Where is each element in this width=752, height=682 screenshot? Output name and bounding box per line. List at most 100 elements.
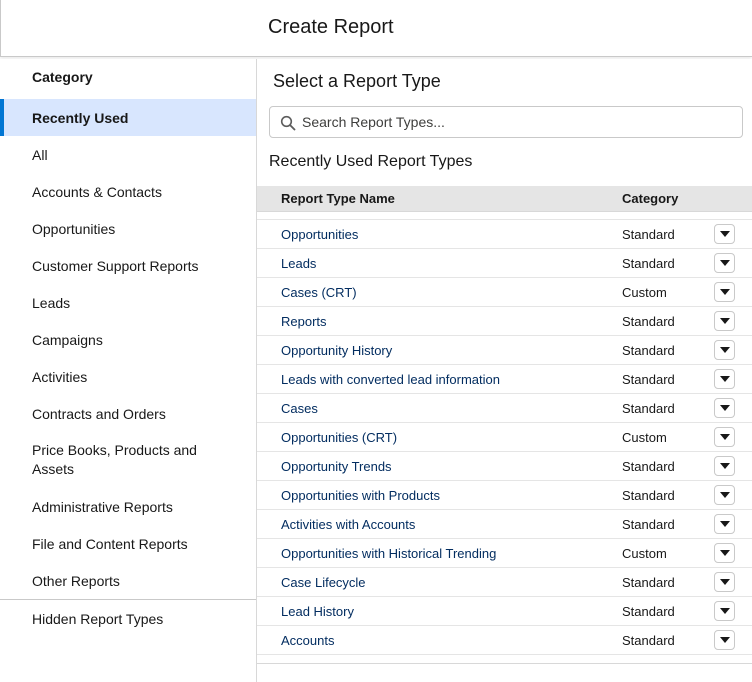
report-type-category: Standard (622, 575, 675, 590)
column-header-category[interactable]: Category (622, 191, 678, 206)
chevron-down-icon (719, 347, 730, 353)
row-menu-button[interactable] (714, 311, 735, 331)
category-item-other[interactable]: Other Reports (0, 562, 256, 599)
category-list: Recently Used All Accounts & Contacts Op… (0, 99, 256, 599)
sidebar-heading: Category (32, 69, 93, 85)
chevron-down-icon (719, 318, 730, 324)
report-type-link[interactable]: Lead History (281, 604, 354, 619)
report-type-category: Standard (622, 227, 675, 242)
chevron-down-icon (719, 579, 730, 585)
category-item-recently-used[interactable]: Recently Used (0, 99, 256, 136)
chevron-down-icon (719, 637, 730, 643)
chevron-down-icon (719, 492, 730, 498)
category-item-hidden-report-types[interactable]: Hidden Report Types (0, 600, 256, 637)
table-row: Cases (CRT) Custom (257, 278, 752, 307)
category-item-label: Administrative Reports (32, 498, 173, 515)
report-types-table: Report Type Name Category Opportunities S… (257, 186, 752, 664)
category-item-administrative[interactable]: Administrative Reports (0, 488, 256, 525)
row-menu-button[interactable] (714, 572, 735, 592)
report-type-link[interactable]: Accounts (281, 633, 334, 648)
category-item-opportunities[interactable]: Opportunities (0, 210, 256, 247)
table-row: Opportunities with Historical Trending Cu… (257, 539, 752, 568)
table-row: Opportunity History Standard (257, 336, 752, 365)
row-menu-button[interactable] (714, 485, 735, 505)
report-type-link[interactable]: Opportunities (281, 227, 358, 242)
search-input[interactable] (302, 107, 732, 137)
row-menu-button[interactable] (714, 369, 735, 389)
category-item-label: Campaigns (32, 331, 103, 348)
category-item-customer-support[interactable]: Customer Support Reports (0, 247, 256, 284)
table-row: Reports Standard (257, 307, 752, 336)
report-type-category: Custom (622, 285, 667, 300)
report-type-category: Custom (622, 546, 667, 561)
chevron-down-icon (719, 550, 730, 556)
chevron-down-icon (719, 260, 730, 266)
column-header-name[interactable]: Report Type Name (281, 191, 395, 206)
report-type-link[interactable]: Reports (281, 314, 327, 329)
table-row: Leads with converted lead information Sta… (257, 365, 752, 394)
row-menu-button[interactable] (714, 427, 735, 447)
chevron-down-icon (719, 289, 730, 295)
row-menu-button[interactable] (714, 601, 735, 621)
category-item-label: Hidden Report Types (32, 610, 164, 627)
category-item-label: Recently Used (32, 109, 129, 126)
category-item-price-books[interactable]: Price Books, Products and Assets (0, 432, 256, 488)
category-sidebar: Category Recently Used All Accounts & Co… (0, 59, 257, 682)
report-type-link[interactable]: Opportunities (CRT) (281, 430, 397, 445)
category-item-label: Contracts and Orders (32, 405, 166, 422)
category-item-all[interactable]: All (0, 136, 256, 173)
table-footer (257, 655, 752, 664)
row-menu-button[interactable] (714, 630, 735, 650)
chevron-down-icon (719, 463, 730, 469)
category-item-label: Other Reports (32, 572, 120, 589)
table-row: Accounts Standard (257, 626, 752, 655)
report-type-category: Standard (622, 459, 675, 474)
table-row: Opportunities with Products Standard (257, 481, 752, 510)
table-row: Opportunities (CRT) Custom (257, 423, 752, 452)
row-menu-button[interactable] (714, 253, 735, 273)
chevron-down-icon (719, 434, 730, 440)
category-item-accounts-contacts[interactable]: Accounts & Contacts (0, 173, 256, 210)
search-icon (280, 115, 296, 131)
category-item-activities[interactable]: Activities (0, 358, 256, 395)
category-item-contracts-orders[interactable]: Contracts and Orders (0, 395, 256, 432)
panel-title: Select a Report Type (273, 71, 441, 91)
report-type-category: Standard (622, 604, 675, 619)
table-spacer (257, 212, 752, 220)
report-type-link[interactable]: Activities with Accounts (281, 517, 415, 532)
category-item-campaigns[interactable]: Campaigns (0, 321, 256, 358)
report-type-link[interactable]: Leads with converted lead information (281, 372, 500, 387)
report-type-panel: Select a Report Type Recently Used Repor… (257, 59, 752, 682)
table-row: Opportunities Standard (257, 220, 752, 249)
report-type-link[interactable]: Cases (281, 401, 318, 416)
report-type-category: Standard (622, 633, 675, 648)
row-menu-button[interactable] (714, 543, 735, 563)
row-menu-button[interactable] (714, 340, 735, 360)
table-row: Case Lifecycle Standard (257, 568, 752, 597)
search-box[interactable] (269, 106, 743, 138)
row-menu-button[interactable] (714, 282, 735, 302)
report-type-category: Standard (622, 488, 675, 503)
table-row: Opportunity Trends Standard (257, 452, 752, 481)
row-menu-button[interactable] (714, 456, 735, 476)
row-menu-button[interactable] (714, 398, 735, 418)
category-item-file-content[interactable]: File and Content Reports (0, 525, 256, 562)
report-type-link[interactable]: Opportunity History (281, 343, 392, 358)
chevron-down-icon (719, 231, 730, 237)
chevron-down-icon (719, 376, 730, 382)
category-item-leads[interactable]: Leads (0, 284, 256, 321)
table-row: Activities with Accounts Standard (257, 510, 752, 539)
report-type-link[interactable]: Opportunities with Historical Trending (281, 546, 496, 561)
report-type-category: Standard (622, 314, 675, 329)
report-type-link[interactable]: Case Lifecycle (281, 575, 366, 590)
modal-title: Create Report (268, 16, 394, 38)
category-item-label: All (32, 146, 48, 163)
category-item-label: File and Content Reports (32, 535, 188, 552)
row-menu-button[interactable] (714, 224, 735, 244)
report-type-link[interactable]: Opportunities with Products (281, 488, 440, 503)
report-type-link[interactable]: Cases (CRT) (281, 285, 357, 300)
report-type-category: Standard (622, 256, 675, 271)
report-type-link[interactable]: Opportunity Trends (281, 459, 392, 474)
row-menu-button[interactable] (714, 514, 735, 534)
report-type-link[interactable]: Leads (281, 256, 316, 271)
